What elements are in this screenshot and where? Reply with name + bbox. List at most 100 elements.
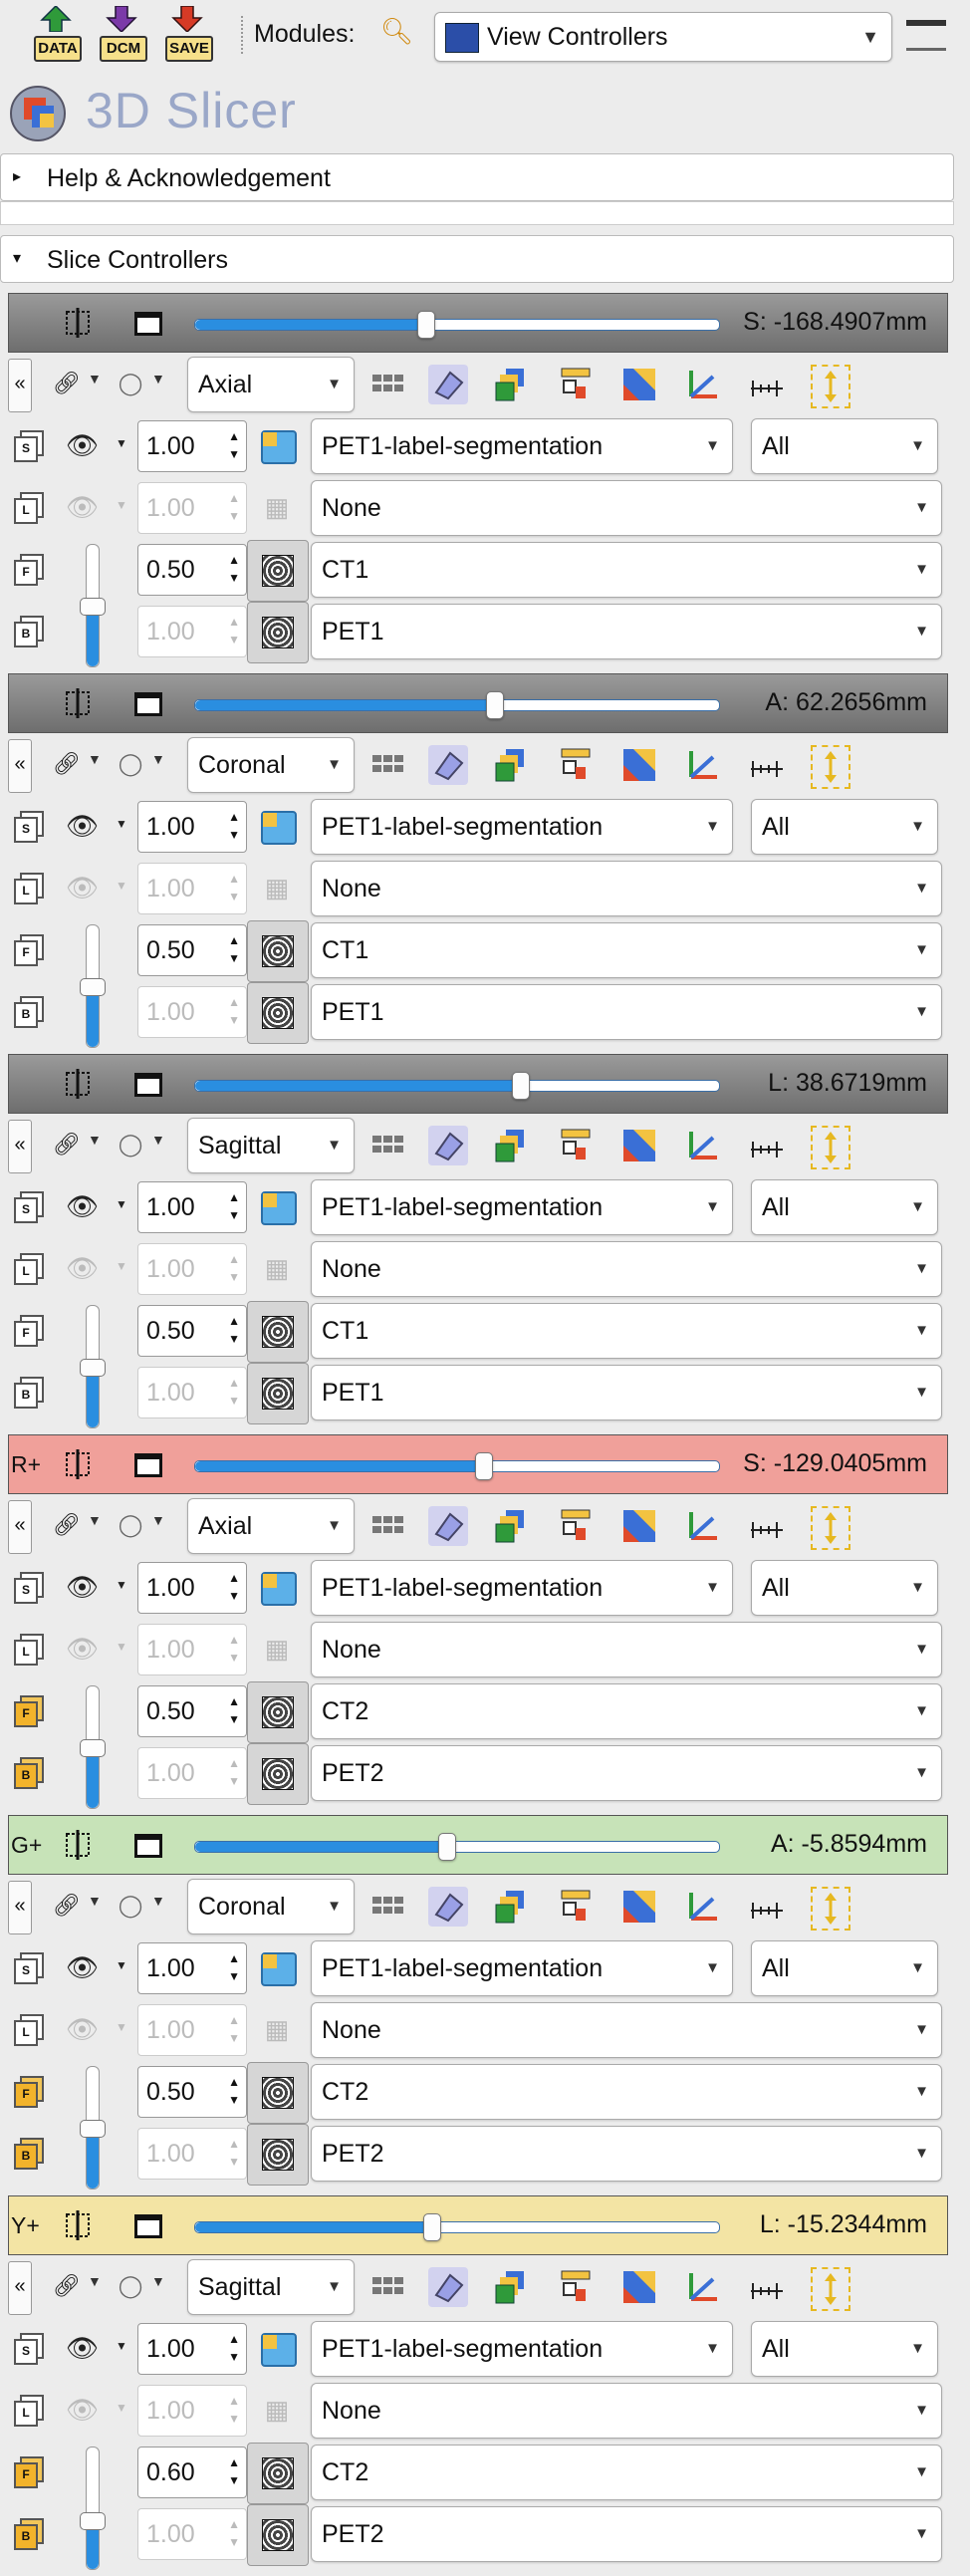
spin-arrows-icon[interactable]: ▲ ▼ xyxy=(228,1569,240,1605)
reformat-widget-icon[interactable] xyxy=(556,365,596,404)
chevron-down-icon[interactable]: ▼ xyxy=(116,2339,127,2353)
maximize-view-icon[interactable] xyxy=(134,1834,162,1858)
foreground-opacity-spinbox[interactable]: 1.00 ▲ ▼ xyxy=(137,1624,247,1675)
visibility-icon[interactable]: ◯ xyxy=(116,1130,145,1159)
layer-blend-slider[interactable] xyxy=(80,1685,106,1809)
ruler-icon[interactable] xyxy=(747,2267,787,2307)
fit-to-window-icon[interactable] xyxy=(492,2267,532,2307)
eye-icon[interactable]: 👁︎ xyxy=(66,492,99,523)
label-volume-selector[interactable]: PET1-label-segmentation ▼ xyxy=(311,1940,733,1996)
spin-arrows-icon[interactable]: ▲ ▼ xyxy=(228,2330,240,2366)
orientation-selector[interactable]: Sagittal ▼ xyxy=(187,1118,355,1173)
spin-arrows-icon[interactable]: ▲ ▼ xyxy=(228,2135,240,2171)
background-opacity-spinbox[interactable]: 0.50 ▲ ▼ xyxy=(137,1305,247,1357)
slab-reconstruction-icon[interactable] xyxy=(811,1887,850,1931)
chevron-down-icon[interactable]: ▼ xyxy=(88,371,102,386)
reformat-widget-icon[interactable] xyxy=(556,745,596,785)
spin-arrows-icon[interactable]: ▲ ▼ xyxy=(228,1188,240,1224)
reformat-widget-icon[interactable] xyxy=(556,2267,596,2307)
label-volume-selector[interactable]: PET1-label-segmentation ▼ xyxy=(311,1179,733,1235)
spin-arrows-icon[interactable]: ▲ ▼ xyxy=(228,1631,240,1667)
spin-arrows-icon[interactable]: ▲ ▼ xyxy=(228,870,240,905)
eye-icon[interactable]: 👁︎ xyxy=(66,811,99,842)
layer-blend-slider-handle[interactable] xyxy=(80,1739,106,1757)
lightbox-icon[interactable] xyxy=(368,1887,408,1927)
background-volume-selector[interactable]: CT2 ▼ xyxy=(311,2445,942,2500)
show-in-3d-icon[interactable] xyxy=(619,745,659,785)
link-icon[interactable]: 🔗︎ xyxy=(52,1130,82,1159)
foreground-opacity-spinbox[interactable]: 1.00 ▲ ▼ xyxy=(137,863,247,914)
pin-icon[interactable] xyxy=(63,1830,93,1860)
lightbox-icon[interactable] xyxy=(368,1506,408,1546)
chevron-down-icon[interactable]: ▼ xyxy=(88,751,102,767)
chevron-down-icon[interactable]: ▼ xyxy=(88,1132,102,1148)
spin-arrows-icon[interactable]: ▲ ▼ xyxy=(228,808,240,844)
layer-blend-slider-handle[interactable] xyxy=(80,978,106,996)
eye-icon[interactable]: 👁︎ xyxy=(66,2395,99,2426)
maximize-view-icon[interactable] xyxy=(134,1453,162,1477)
orientation-selector[interactable]: Axial ▼ xyxy=(187,1498,355,1554)
fit-to-window-icon[interactable] xyxy=(492,1887,532,1927)
label-volume-selector[interactable]: PET1-label-segmentation ▼ xyxy=(311,1560,733,1616)
second-volume-selector[interactable]: PET1 ▼ xyxy=(311,1365,942,1420)
show-in-3d-icon[interactable] xyxy=(619,1887,659,1927)
foreground-volume-selector[interactable]: None ▼ xyxy=(311,2002,942,2058)
second-volume-opacity-spinbox[interactable]: 1.00 ▲ ▼ xyxy=(137,1367,247,1418)
visibility-icon[interactable]: ◯ xyxy=(116,749,145,779)
chevron-down-icon[interactable]: ▼ xyxy=(151,1893,165,1909)
ruler-icon[interactable] xyxy=(747,1887,787,1927)
foreground-volume-selector[interactable]: None ▼ xyxy=(311,861,942,916)
second-volume-opacity-spinbox[interactable]: 1.00 ▲ ▼ xyxy=(137,2128,247,2180)
show-in-3d-icon[interactable] xyxy=(619,1506,659,1546)
layer-blend-slider-handle[interactable] xyxy=(80,598,106,616)
ruler-icon[interactable] xyxy=(747,365,787,404)
lightbox-icon[interactable] xyxy=(368,745,408,785)
foreground-opacity-spinbox[interactable]: 1.00 ▲ ▼ xyxy=(137,482,247,534)
slab-reconstruction-icon[interactable] xyxy=(811,745,850,789)
slice-offset-slider-handle[interactable] xyxy=(512,1072,531,1100)
layer-blend-slider[interactable] xyxy=(80,2447,106,2570)
chevron-down-icon[interactable]: ▼ xyxy=(116,1578,127,1592)
lightbox-icon[interactable] xyxy=(368,365,408,404)
lightbox-icon[interactable] xyxy=(368,2267,408,2307)
chevron-down-icon[interactable]: ▼ xyxy=(151,2273,165,2289)
second-volume-opacity-spinbox[interactable]: 1.00 ▲ ▼ xyxy=(137,986,247,1038)
fit-to-window-icon[interactable] xyxy=(492,1126,532,1165)
chevron-down-icon[interactable]: ▼ xyxy=(88,1512,102,1528)
spin-arrows-icon[interactable]: ▲ ▼ xyxy=(228,551,240,587)
foreground-volume-selector[interactable]: None ▼ xyxy=(311,1622,942,1677)
collapse-toggle-button[interactable]: « xyxy=(8,2261,32,2315)
second-volume-opacity-spinbox[interactable]: 1.00 ▲ ▼ xyxy=(137,1747,247,1799)
label-volume-selector[interactable]: PET1-label-segmentation ▼ xyxy=(311,418,733,474)
visibility-icon[interactable]: ◯ xyxy=(116,1510,145,1540)
background-volume-selector[interactable]: CT1 ▼ xyxy=(311,1303,942,1359)
chevron-down-icon[interactable]: ▼ xyxy=(116,2401,127,2415)
help-panel-header[interactable]: ▸ Help & Acknowledgement xyxy=(0,153,954,201)
spin-arrows-icon[interactable]: ▲ ▼ xyxy=(228,1754,240,1790)
link-icon[interactable]: 🔗︎ xyxy=(52,1510,82,1540)
background-opacity-spinbox[interactable]: 0.50 ▲ ▼ xyxy=(137,2066,247,2118)
axes-icon[interactable] xyxy=(683,1887,723,1927)
chevron-down-icon[interactable]: ▼ xyxy=(151,1132,165,1148)
slice-offset-slider[interactable] xyxy=(194,691,720,719)
fit-to-window-icon[interactable] xyxy=(492,745,532,785)
orientation-selector[interactable]: Sagittal ▼ xyxy=(187,2259,355,2315)
foreground-volume-selector[interactable]: None ▼ xyxy=(311,2383,942,2439)
spin-arrows-icon[interactable]: ▲ ▼ xyxy=(228,931,240,967)
label-opacity-spinbox[interactable]: 1.00 ▲ ▼ xyxy=(137,2323,247,2375)
foreground-opacity-spinbox[interactable]: 1.00 ▲ ▼ xyxy=(137,1243,247,1295)
volume-display-button[interactable] xyxy=(247,540,309,602)
chevron-down-icon[interactable]: ▼ xyxy=(116,879,127,893)
background-opacity-spinbox[interactable]: 0.50 ▲ ▼ xyxy=(137,544,247,596)
layer-blend-slider-handle[interactable] xyxy=(80,2120,106,2138)
chevron-down-icon[interactable]: ▼ xyxy=(116,1640,127,1654)
foreground-opacity-spinbox[interactable]: 1.00 ▲ ▼ xyxy=(137,2004,247,2056)
axes-icon[interactable] xyxy=(683,365,723,404)
volume-display-button[interactable] xyxy=(247,2443,309,2504)
slice-offset-slider[interactable] xyxy=(194,311,720,339)
link-icon[interactable]: 🔗︎ xyxy=(52,1891,82,1921)
chevron-down-icon[interactable]: ▼ xyxy=(151,751,165,767)
link-icon[interactable]: 🔗︎ xyxy=(52,749,82,779)
volume-display-button[interactable] xyxy=(247,602,309,663)
chevron-down-icon[interactable]: ▼ xyxy=(116,1958,127,1972)
